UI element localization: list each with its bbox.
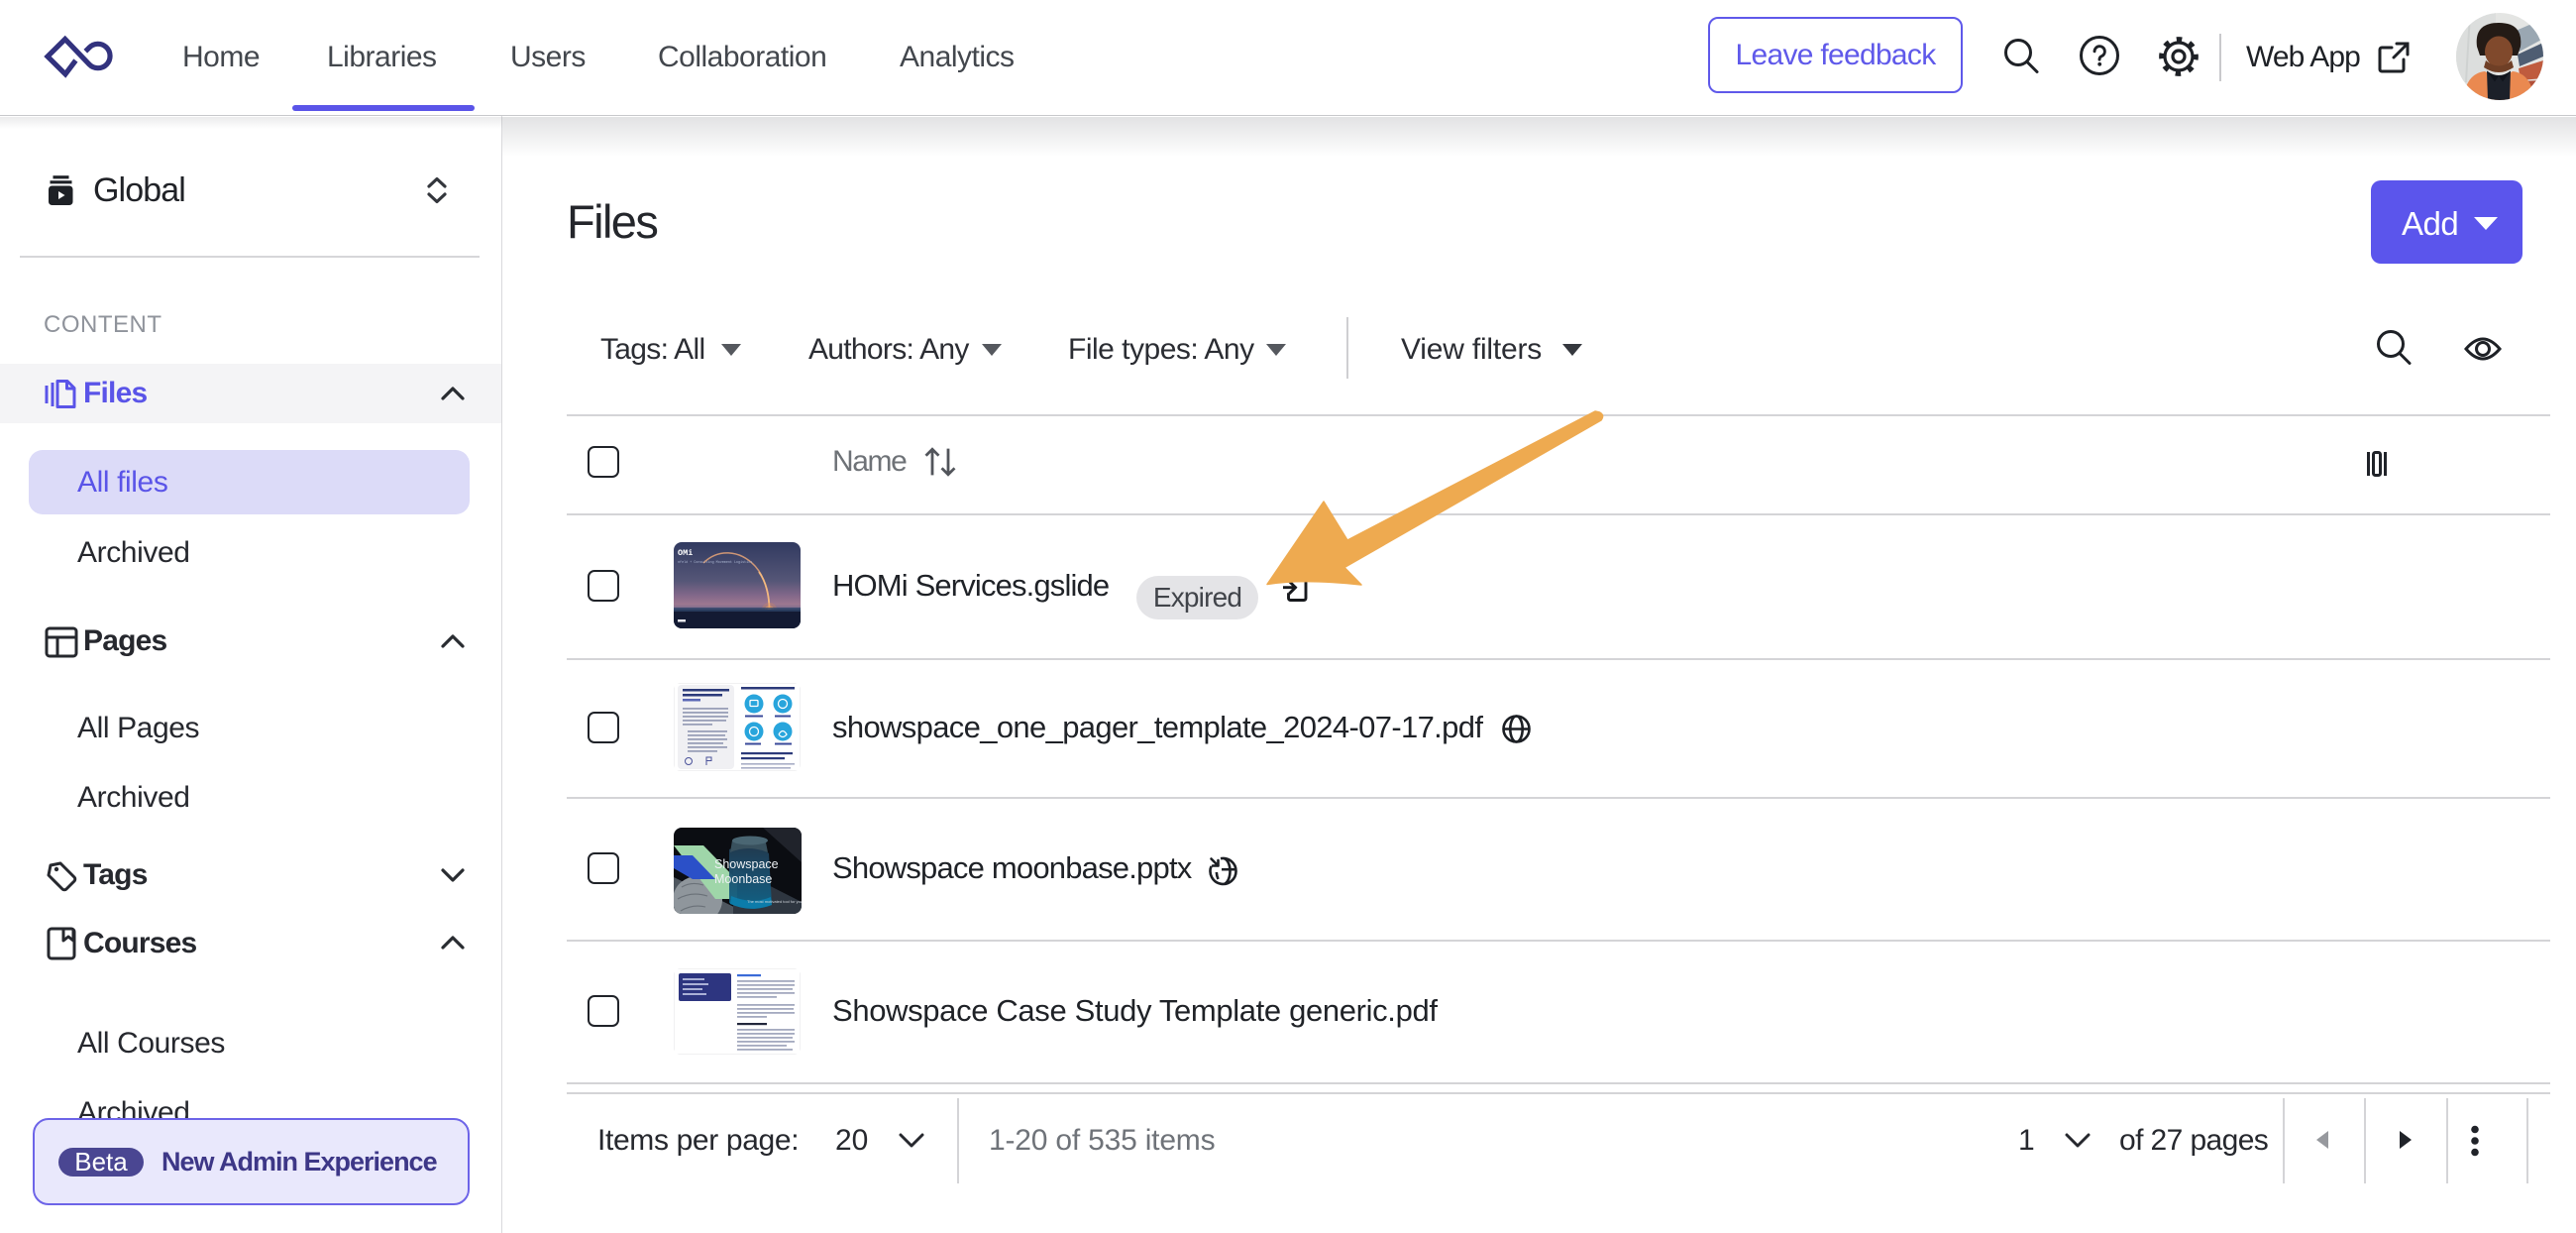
svg-text:nfeld + Consulting Movement Lo: nfeld + Consulting Movement Logistics: [678, 560, 752, 565]
svg-text:The most motivated tool for yo: The most motivated tool for your success…: [747, 899, 802, 904]
svg-text:Showspace: Showspace: [714, 857, 779, 871]
svg-text:OMi: OMi: [678, 548, 693, 558]
svg-text:Moonbase: Moonbase: [714, 872, 772, 886]
